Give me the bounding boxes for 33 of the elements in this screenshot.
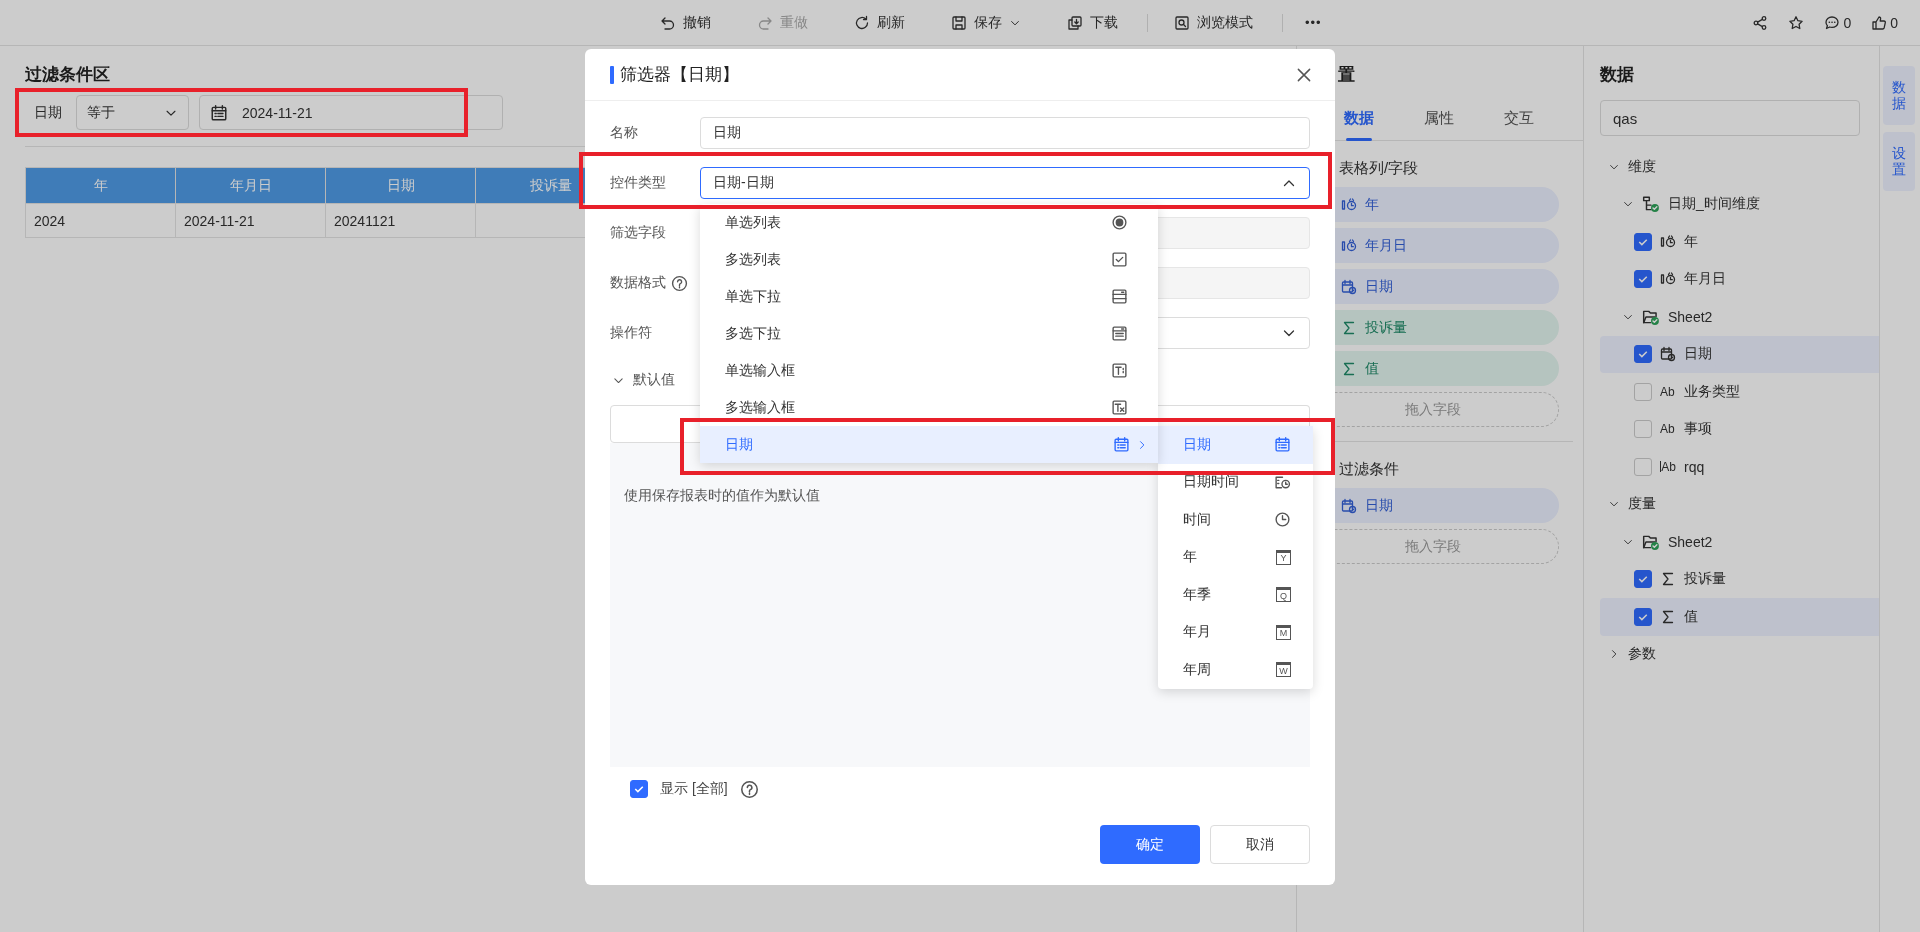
field-label: 筛选字段 (610, 224, 666, 242)
table-cell: 2024-11-21 (175, 203, 326, 238)
section-title: 过滤条件区 (25, 64, 110, 86)
calendar-letter-icon: Y (1276, 549, 1291, 565)
table-cell: 20241121 (325, 203, 476, 238)
column-header: 年月日 (175, 167, 326, 204)
section-title: 过滤条件 (1338, 459, 1400, 479)
field-label: 业务类型 (1684, 382, 1740, 401)
field-label: 年 (1684, 232, 1698, 251)
checkbox-label: 显示 [全部] (660, 780, 728, 798)
field-label: 年月日 (1684, 270, 1726, 289)
column-header: 日期 (325, 167, 476, 204)
text-type-icon: Ab (1660, 422, 1676, 437)
field-label: 值 (1684, 607, 1698, 626)
calendar-letter-icon: Q (1276, 587, 1291, 603)
column-header: 年 (25, 167, 176, 204)
field-label: 事项 (1684, 420, 1712, 439)
field-label: 日期 (1684, 345, 1712, 364)
panel-title: 数据 (1600, 64, 1634, 86)
field-label: 操作符 (610, 324, 652, 342)
field-label: 名称 (610, 124, 638, 142)
section-title: 表格列/字段 (1338, 158, 1420, 178)
table-cell: 2024 (25, 203, 176, 238)
calendar-letter-icon: W (1276, 662, 1291, 678)
filter-label: 日期 (33, 103, 62, 122)
field-label: 投诉量 (1684, 570, 1726, 589)
text-type-icon: Ab (1660, 384, 1676, 399)
field-label: 数据格式 (610, 274, 666, 292)
panel-title: 置 (1338, 64, 1355, 86)
dialog-title: 筛选器【日期】 (620, 64, 739, 86)
field-label: rqq (1684, 458, 1705, 475)
hint-text: 使用保存报表时的值作为默认值 (624, 487, 821, 505)
calendar-letter-icon: M (1276, 624, 1291, 640)
